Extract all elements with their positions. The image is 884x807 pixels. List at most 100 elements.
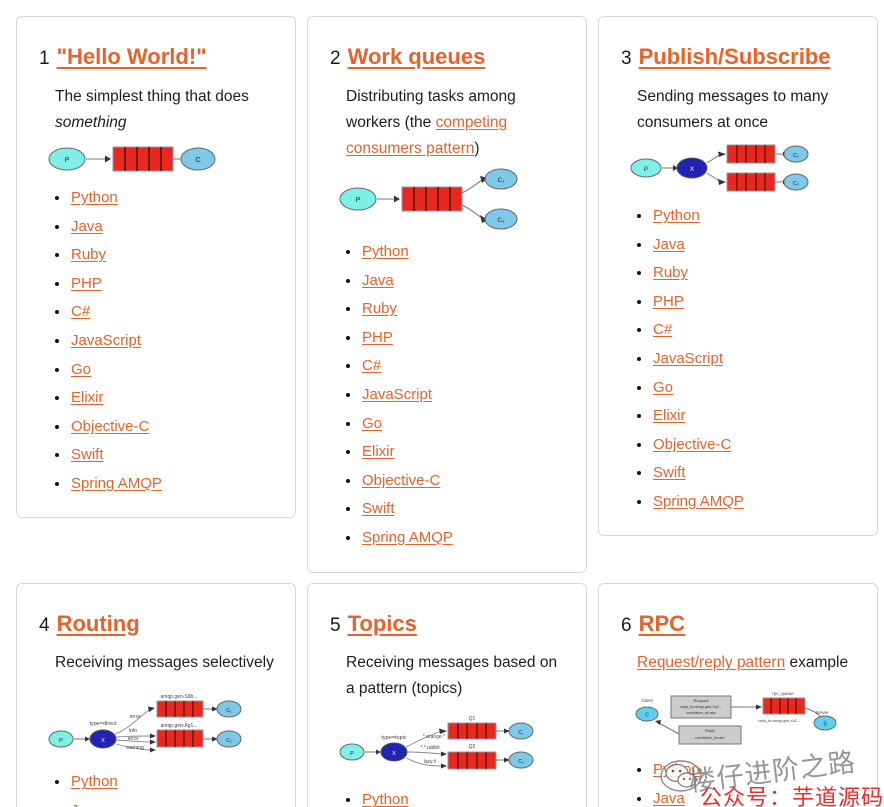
lang-link-objective-c[interactable]: Objective-C: [71, 418, 149, 435]
lang-link-csharp[interactable]: C#: [71, 303, 90, 321]
list-item[interactable]: Python: [55, 773, 279, 791]
lang-link-java[interactable]: Java: [71, 218, 103, 235]
lang-link-go[interactable]: Go: [71, 361, 91, 378]
lang-link-spring-amqp[interactable]: Spring AMQP: [71, 475, 162, 492]
list-item[interactable]: Python: [637, 207, 861, 225]
list-item[interactable]: Swift: [346, 500, 570, 518]
lang-link-java[interactable]: Java: [71, 802, 103, 807]
card-title-link[interactable]: "Hello World!": [57, 44, 207, 69]
list-item[interactable]: C#: [637, 321, 861, 339]
lang-link-ruby[interactable]: Ruby: [653, 264, 688, 281]
list-item[interactable]: Java: [55, 802, 279, 807]
list-item[interactable]: Python: [55, 189, 279, 207]
svg-text:X: X: [392, 751, 396, 757]
diagram-label-correlation-id: correlation_id=abc: [686, 711, 716, 715]
lang-link-elixir[interactable]: Elixir: [362, 443, 395, 460]
lang-link-elixir[interactable]: Elixir: [653, 407, 686, 424]
list-item[interactable]: JavaScript: [55, 332, 279, 350]
lang-link-javascript[interactable]: JavaScript: [653, 350, 723, 367]
diagram-label-error-bottom: error: [128, 736, 139, 742]
desc-suffix: example: [785, 654, 849, 672]
lang-link-spring-amqp[interactable]: Spring AMQP: [653, 493, 744, 510]
lang-link-go[interactable]: Go: [362, 415, 382, 432]
list-item[interactable]: Ruby: [637, 264, 861, 282]
list-item[interactable]: C#: [346, 357, 570, 375]
list-item[interactable]: Objective-C: [346, 472, 570, 490]
lang-link-python[interactable]: Python: [653, 207, 700, 224]
list-item[interactable]: Java: [637, 790, 861, 807]
card-title-link[interactable]: Topics: [348, 611, 417, 636]
card-header: 6 RPC: [621, 611, 861, 637]
list-item[interactable]: Elixir: [637, 407, 861, 425]
list-item[interactable]: Java: [346, 272, 570, 290]
list-item[interactable]: JavaScript: [637, 350, 861, 368]
lang-link-swift[interactable]: Swift: [362, 500, 395, 518]
lang-link-objective-c[interactable]: Objective-C: [362, 472, 440, 489]
list-item[interactable]: Swift: [637, 464, 861, 482]
tutorial-card-3[interactable]: 3 Publish/Subscribe Sending messages to …: [598, 16, 878, 537]
list-item[interactable]: Java: [55, 218, 279, 236]
language-list-5: Python Java Ruby: [324, 791, 570, 807]
list-item[interactable]: Ruby: [346, 300, 570, 318]
lang-link-python[interactable]: Python: [71, 189, 118, 206]
card-header: 2 Work queues: [330, 44, 570, 70]
tutorial-card-6[interactable]: 6 RPC Request/reply pattern example Clie…: [598, 582, 878, 807]
list-item[interactable]: Ruby: [55, 246, 279, 264]
list-item[interactable]: Python: [637, 761, 861, 779]
list-item[interactable]: Objective-C: [55, 418, 279, 436]
lang-link-elixir[interactable]: Elixir: [71, 389, 104, 406]
list-item[interactable]: Python: [346, 243, 570, 261]
lang-link-csharp[interactable]: C#: [362, 357, 381, 375]
tutorial-card-1[interactable]: 1 "Hello World!" The simplest thing that…: [16, 16, 296, 519]
list-item[interactable]: Elixir: [55, 389, 279, 407]
list-item[interactable]: Go: [637, 379, 861, 397]
lang-link-php[interactable]: PHP: [71, 275, 102, 292]
tutorial-card-5[interactable]: 5 Topics Receiving messages based on a p…: [307, 582, 587, 807]
diagram-label-lazy: lazy.#: [424, 759, 437, 765]
lang-link-python[interactable]: Python: [71, 773, 118, 791]
tutorial-card-4[interactable]: 4 Routing Receiving messages selectively…: [16, 582, 296, 807]
list-item[interactable]: Go: [55, 361, 279, 379]
card-title-link[interactable]: Routing: [57, 611, 140, 636]
list-item[interactable]: Java: [637, 236, 861, 254]
list-item[interactable]: PHP: [637, 293, 861, 311]
list-item[interactable]: PHP: [55, 275, 279, 293]
lang-link-swift[interactable]: Swift: [653, 464, 686, 482]
lang-link-csharp[interactable]: C#: [653, 321, 672, 339]
card-title-link[interactable]: RPC: [639, 611, 685, 636]
card-title-link[interactable]: Work queues: [348, 44, 486, 69]
desc-inline-link[interactable]: Request/reply pattern: [637, 654, 785, 671]
list-item[interactable]: Spring AMQP: [55, 475, 279, 493]
lang-link-javascript[interactable]: JavaScript: [362, 386, 432, 403]
lang-link-go[interactable]: Go: [653, 379, 673, 396]
lang-link-java[interactable]: Java: [362, 272, 394, 289]
list-item[interactable]: Go: [346, 415, 570, 433]
diagram-label-type-topic: type=topic: [381, 735, 406, 741]
lang-link-ruby[interactable]: Ruby: [71, 246, 106, 263]
lang-link-python[interactable]: Python: [362, 243, 409, 260]
lang-link-ruby[interactable]: Ruby: [362, 300, 397, 317]
lang-link-spring-amqp[interactable]: Spring AMQP: [362, 529, 453, 546]
lang-link-objective-c[interactable]: Objective-C: [653, 436, 731, 453]
lang-link-java[interactable]: Java: [653, 236, 685, 253]
list-item[interactable]: Spring AMQP: [346, 529, 570, 547]
lang-link-javascript[interactable]: JavaScript: [71, 332, 141, 349]
list-item[interactable]: Python: [346, 791, 570, 807]
lang-link-python[interactable]: Python: [653, 761, 700, 779]
svg-text:X: X: [101, 738, 105, 744]
card-title-link[interactable]: Publish/Subscribe: [639, 44, 831, 69]
list-item[interactable]: Objective-C: [637, 436, 861, 454]
list-item[interactable]: PHP: [346, 329, 570, 347]
tutorial-card-2[interactable]: 2 Work queues Distributing tasks among w…: [307, 16, 587, 573]
diagram-label-correlation-id-2: correlation_id=abc: [695, 736, 725, 740]
lang-link-java[interactable]: Java: [653, 790, 685, 807]
lang-link-php[interactable]: PHP: [653, 293, 684, 310]
list-item[interactable]: Elixir: [346, 443, 570, 461]
lang-link-php[interactable]: PHP: [362, 329, 393, 346]
list-item[interactable]: C#: [55, 303, 279, 321]
lang-link-python[interactable]: Python: [362, 791, 409, 807]
lang-link-swift[interactable]: Swift: [71, 446, 104, 464]
list-item[interactable]: JavaScript: [346, 386, 570, 404]
list-item[interactable]: Spring AMQP: [637, 493, 861, 511]
list-item[interactable]: Swift: [55, 446, 279, 464]
